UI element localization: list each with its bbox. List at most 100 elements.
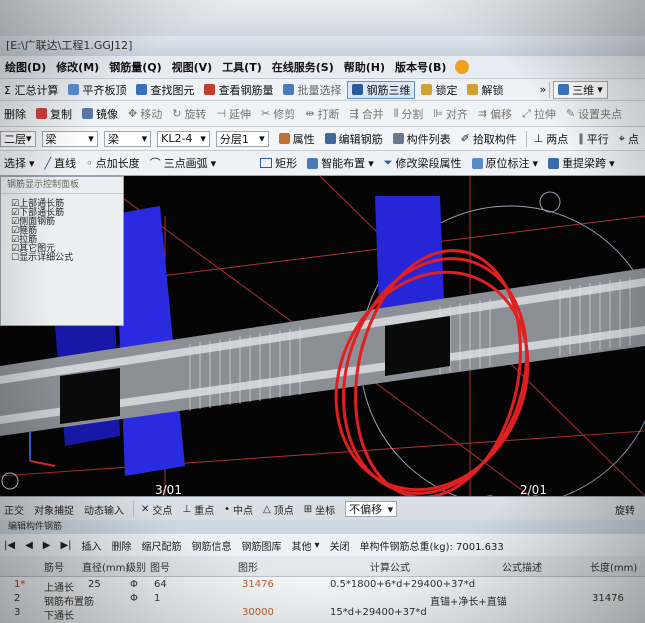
smart-layout-icon	[307, 157, 319, 169]
offset-icon: ⇉	[477, 107, 488, 120]
menu-version[interactable]: 版本号(B)	[390, 59, 451, 75]
modify-beam-segment-button[interactable]: ⏷ 修改梁段属性	[380, 155, 466, 171]
floor-select[interactable]: 二层 ▾	[0, 130, 36, 147]
layer-select[interactable]: 分层1 ▾	[215, 130, 269, 147]
menu-help[interactable]: 帮助(H)	[339, 59, 390, 75]
dynamic-input-toggle[interactable]: 动态输入	[80, 502, 128, 517]
rebar-3d-button[interactable]: 钢筋三维	[347, 80, 416, 99]
type-value: 梁	[107, 132, 119, 146]
close-button[interactable]: 关闭	[326, 538, 354, 553]
menu-modify[interactable]: 修改(M)	[51, 59, 104, 75]
chevron-down-icon: ▾	[210, 156, 217, 170]
break-label: 打断	[317, 107, 340, 121]
chevron-down-icon: ▾	[314, 539, 320, 551]
stretch-label: 拉伸	[533, 107, 556, 121]
coordinate-icon: ⊞	[303, 503, 313, 515]
chevron-down-icon: ▾	[29, 156, 35, 170]
menu-view[interactable]: 视图(V)	[167, 59, 218, 75]
in-situ-annotation-button[interactable]: 原位标注 ▾	[468, 155, 543, 171]
row-grade: Φ	[130, 579, 138, 590]
col-shape: 图形	[238, 563, 258, 574]
coordinate-snap[interactable]: ⊞ 坐标	[300, 502, 339, 517]
re-extract-span-button[interactable]: 重提梁跨 ▾	[544, 155, 619, 171]
midpoint-snap[interactable]: • 中点	[220, 502, 257, 517]
rebar-3d-icon	[352, 84, 364, 95]
pick-component-button[interactable]: ✐ 拾取构件	[457, 131, 521, 147]
two-point-button[interactable]: ⊥ 两点	[530, 131, 573, 147]
rotate-label[interactable]: 旋转	[615, 502, 635, 517]
edit-rebar-panel-header: 编辑构件钢筋	[0, 520, 645, 534]
chevron-down-icon: ▾	[200, 132, 206, 145]
nav-next-button[interactable]: ▶	[39, 540, 55, 551]
view-rebar-qty-button[interactable]: 查看钢筋量	[200, 82, 277, 98]
find-element-button[interactable]: 查找图元	[132, 82, 198, 98]
lock-icon	[421, 84, 433, 95]
rotate-button[interactable]: ↻ 旋转	[168, 106, 210, 122]
select-button[interactable]: 选择 ▾	[0, 155, 39, 171]
vertex-snap[interactable]: △ 顶点	[259, 502, 298, 517]
view-mode-dropdown[interactable]: 三维 ▾	[553, 80, 608, 99]
intersection-snap[interactable]: ✕ 交点	[137, 502, 176, 517]
menu-online[interactable]: 在线服务(S)	[267, 59, 339, 75]
rebar-info-button[interactable]: 钢筋信息	[188, 538, 236, 553]
split-button[interactable]: ⫴ 分割	[390, 106, 428, 122]
mirror-button[interactable]: 镜像	[78, 106, 122, 122]
flush-slab-top-button[interactable]: 平齐板顶	[64, 82, 130, 98]
perpendicular-snap[interactable]: ⊥ 重点	[178, 502, 218, 517]
parallel-button[interactable]: ∥ 平行	[574, 131, 613, 147]
nav-last-button[interactable]: ▶|	[56, 540, 75, 551]
overflow-chevron-icon[interactable]: »	[539, 83, 546, 96]
type-select[interactable]: 梁 ▾	[103, 130, 152, 147]
rotate-handle[interactable]	[539, 191, 561, 213]
smart-layout-button[interactable]: 智能布置 ▾	[303, 155, 378, 171]
component-list-button[interactable]: 构件列表	[389, 131, 455, 147]
properties-button[interactable]: 属性	[275, 131, 319, 147]
rectangle-button[interactable]: 矩形	[256, 155, 301, 171]
category-value: 梁	[45, 132, 57, 146]
version-badge-icon	[455, 60, 470, 74]
lock-button[interactable]: 锁定	[417, 82, 461, 98]
select-label: 选择	[4, 157, 26, 170]
three-point-arc-label: 三点画弧	[163, 157, 208, 170]
chevron-down-icon: ▾	[26, 132, 32, 145]
break-button[interactable]: ⇹ 打断	[301, 106, 343, 122]
stretch-button[interactable]: ⤢ 拉伸	[518, 106, 560, 122]
menu-rebar[interactable]: 钢筋量(Q)	[104, 59, 166, 75]
summary-calc-button[interactable]: Σ 汇总计算	[0, 82, 62, 98]
offset-mode-select[interactable]: 不偏移 ▾	[345, 501, 398, 517]
insert-label: 插入	[81, 541, 102, 553]
offset-button[interactable]: ⇉ 偏移	[474, 106, 516, 122]
delete-row-button[interactable]: 删除	[108, 538, 136, 553]
dynamic-input-label: 动态输入	[84, 505, 124, 517]
ortho-toggle[interactable]: 正交	[0, 502, 28, 517]
window-title: [E:\广联达\工程1.GGJ12]	[6, 39, 133, 52]
line-button[interactable]: ╱ 直线	[41, 155, 81, 171]
point-button[interactable]: ⌖ 点	[615, 131, 643, 147]
unlock-button[interactable]: 解锁	[463, 82, 507, 98]
rebar-library-button[interactable]: 钢筋图库	[238, 538, 286, 553]
copy-button[interactable]: 复制	[32, 106, 76, 122]
panel-item-formula[interactable]: ☐显示详细公式	[11, 254, 119, 263]
nav-first-button[interactable]: |◀	[0, 540, 19, 551]
smart-layout-label: 智能布置	[321, 157, 366, 170]
set-grip-button[interactable]: ✎ 设置夹点	[562, 106, 626, 122]
other-button[interactable]: 其他 ▾	[288, 538, 324, 553]
object-snap-toggle[interactable]: 对象捕捉	[30, 502, 78, 517]
batch-select-button[interactable]: 批量选择	[279, 82, 345, 98]
move-button[interactable]: ✥ 移动	[124, 106, 166, 122]
menu-tools[interactable]: 工具(T)	[217, 59, 267, 75]
category-select[interactable]: 梁 ▾	[41, 130, 98, 147]
component-name-select[interactable]: KL2-4 ▾	[157, 130, 210, 147]
delete-button[interactable]: 删除	[0, 106, 30, 122]
three-point-arc-button[interactable]: ⌒ 三点画弧 ▾	[146, 155, 221, 171]
trim-button[interactable]: ✂ 修剪	[257, 106, 299, 122]
merge-button[interactable]: ⇶ 合并	[345, 106, 387, 122]
align-button[interactable]: ⊫ 对齐	[429, 106, 472, 122]
menu-draw[interactable]: 绘图(D)	[0, 59, 51, 75]
extend-button[interactable]: ⊣ 延伸	[212, 106, 255, 122]
insert-button[interactable]: 插入	[78, 538, 106, 553]
point-length-button[interactable]: ◦ 点加长度	[82, 155, 144, 171]
scale-rebar-button[interactable]: 缩尺配筋	[138, 538, 186, 553]
nav-prev-button[interactable]: ◀	[21, 540, 37, 551]
edit-rebar-button[interactable]: 编辑钢筋	[321, 131, 387, 147]
